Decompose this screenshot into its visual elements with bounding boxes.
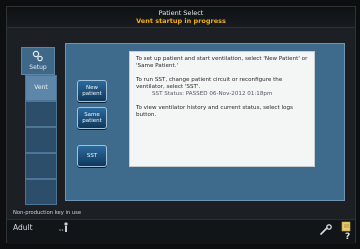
same-patient-label: Same patient xyxy=(82,111,102,125)
ventilator-screen: Patient Select Vent startup in progress … xyxy=(6,6,356,244)
rail-button-empty-4[interactable] xyxy=(25,179,57,205)
status-bar: Adult ? xyxy=(7,219,355,244)
wrench-icon[interactable] xyxy=(319,224,333,236)
new-patient-label: New patient xyxy=(82,84,102,98)
new-patient-button[interactable]: New patient xyxy=(77,80,107,102)
vent-label: Vent xyxy=(34,84,48,91)
instructions-box: To set up patient and start ventilation,… xyxy=(129,51,315,167)
status-subtitle: Vent startup in progress xyxy=(136,17,226,25)
patient-type-label: Adult xyxy=(13,223,33,232)
rail-button-empty-2[interactable] xyxy=(25,127,57,153)
sst-button[interactable]: SST xyxy=(77,145,107,167)
instruction-sst: To run SST, change patient circuit or re… xyxy=(136,77,283,90)
sst-status: SST Status: PASSED 06-Nov-2012 01:18pm xyxy=(152,91,273,97)
instruction-new-patient: To set up patient and start ventilation,… xyxy=(136,56,308,69)
instruction-logs: To view ventilator history and current s… xyxy=(136,105,293,118)
sst-label: SST xyxy=(86,152,98,159)
nonproduction-note: Non-production key in use xyxy=(13,210,82,216)
setup-button[interactable]: Setup xyxy=(21,47,55,75)
rail-button-empty-1[interactable] xyxy=(25,101,57,127)
header-bar: Patient Select Vent startup in progress xyxy=(7,7,355,28)
vent-tab[interactable]: Vent xyxy=(25,75,57,101)
gear-icon xyxy=(32,50,43,62)
same-patient-button[interactable]: Same patient xyxy=(77,107,107,129)
setup-label: Setup xyxy=(29,64,47,71)
page-title: Patient Select xyxy=(158,9,204,17)
rail-button-empty-3[interactable] xyxy=(25,153,57,179)
person-icon[interactable] xyxy=(57,222,71,234)
help-icon[interactable]: ? xyxy=(345,232,350,242)
